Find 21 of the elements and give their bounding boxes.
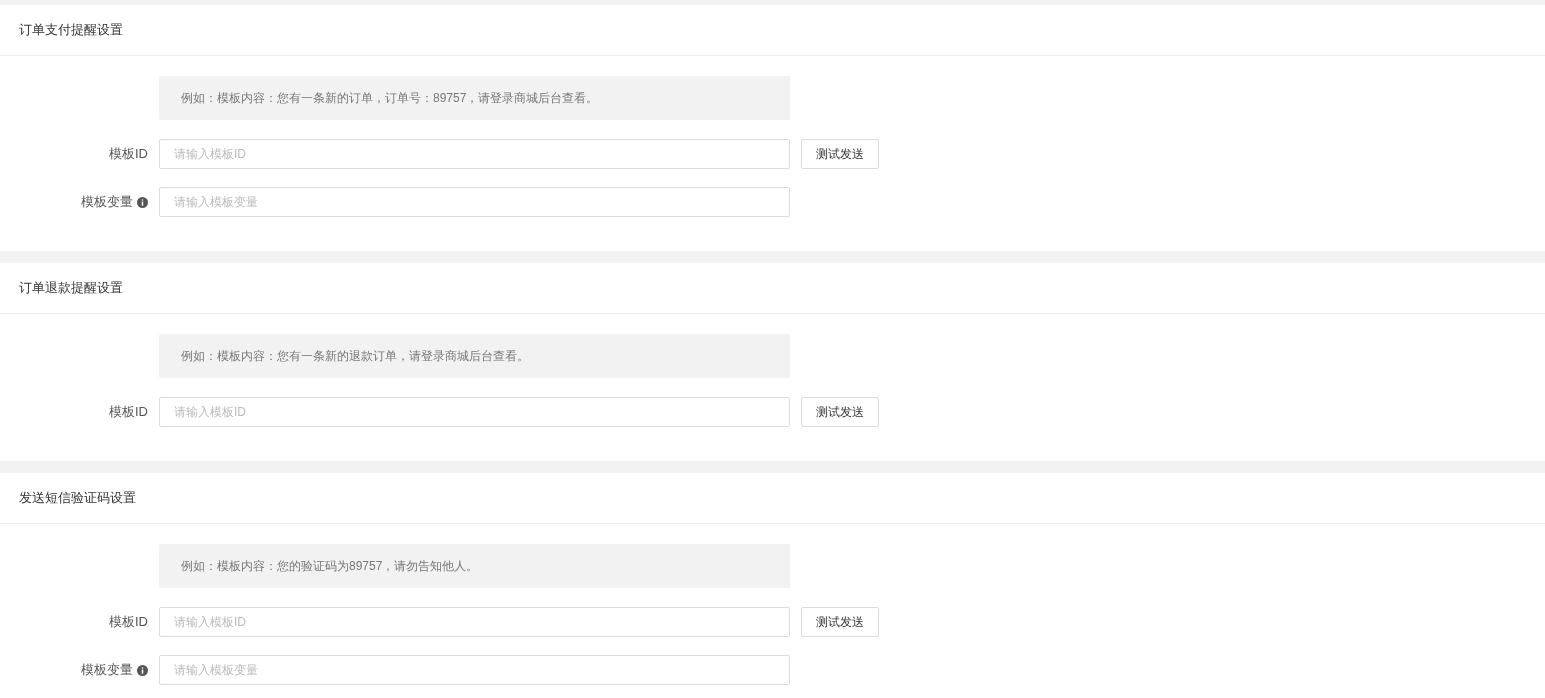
section-title: 发送短信验证码设置 (19, 489, 136, 507)
field-label: 模板变量 (81, 193, 133, 211)
section-title: 订单支付提醒设置 (19, 21, 123, 39)
field-label: 模板ID (109, 145, 148, 163)
example-note: 例如：模板内容：您有一条新的订单，订单号：89757，请登录商城后台查看。 (159, 76, 790, 120)
section-title: 订单退款提醒设置 (19, 279, 123, 297)
example-note: 例如：模板内容：您的验证码为89757，请勿告知他人。 (159, 544, 790, 588)
field-label: 模板变量 (81, 661, 133, 679)
info-icon[interactable] (137, 196, 148, 208)
info-icon[interactable] (137, 664, 148, 676)
input-field[interactable]: 请输入模板变量 (159, 655, 790, 685)
field-label: 模板ID (109, 403, 148, 421)
example-note: 例如：模板内容：您有一条新的退款订单，请登录商城后台查看。 (159, 334, 790, 378)
input-field[interactable]: 请输入模板ID (159, 397, 790, 427)
input-field[interactable]: 请输入模板变量 (159, 187, 790, 217)
field-label: 模板ID (109, 613, 148, 631)
test-send-button[interactable]: 测试发送 (801, 139, 879, 169)
input-field[interactable]: 请输入模板ID (159, 139, 790, 169)
input-field[interactable]: 请输入模板ID (159, 607, 790, 637)
test-send-button[interactable]: 测试发送 (801, 397, 879, 427)
test-send-button[interactable]: 测试发送 (801, 607, 879, 637)
